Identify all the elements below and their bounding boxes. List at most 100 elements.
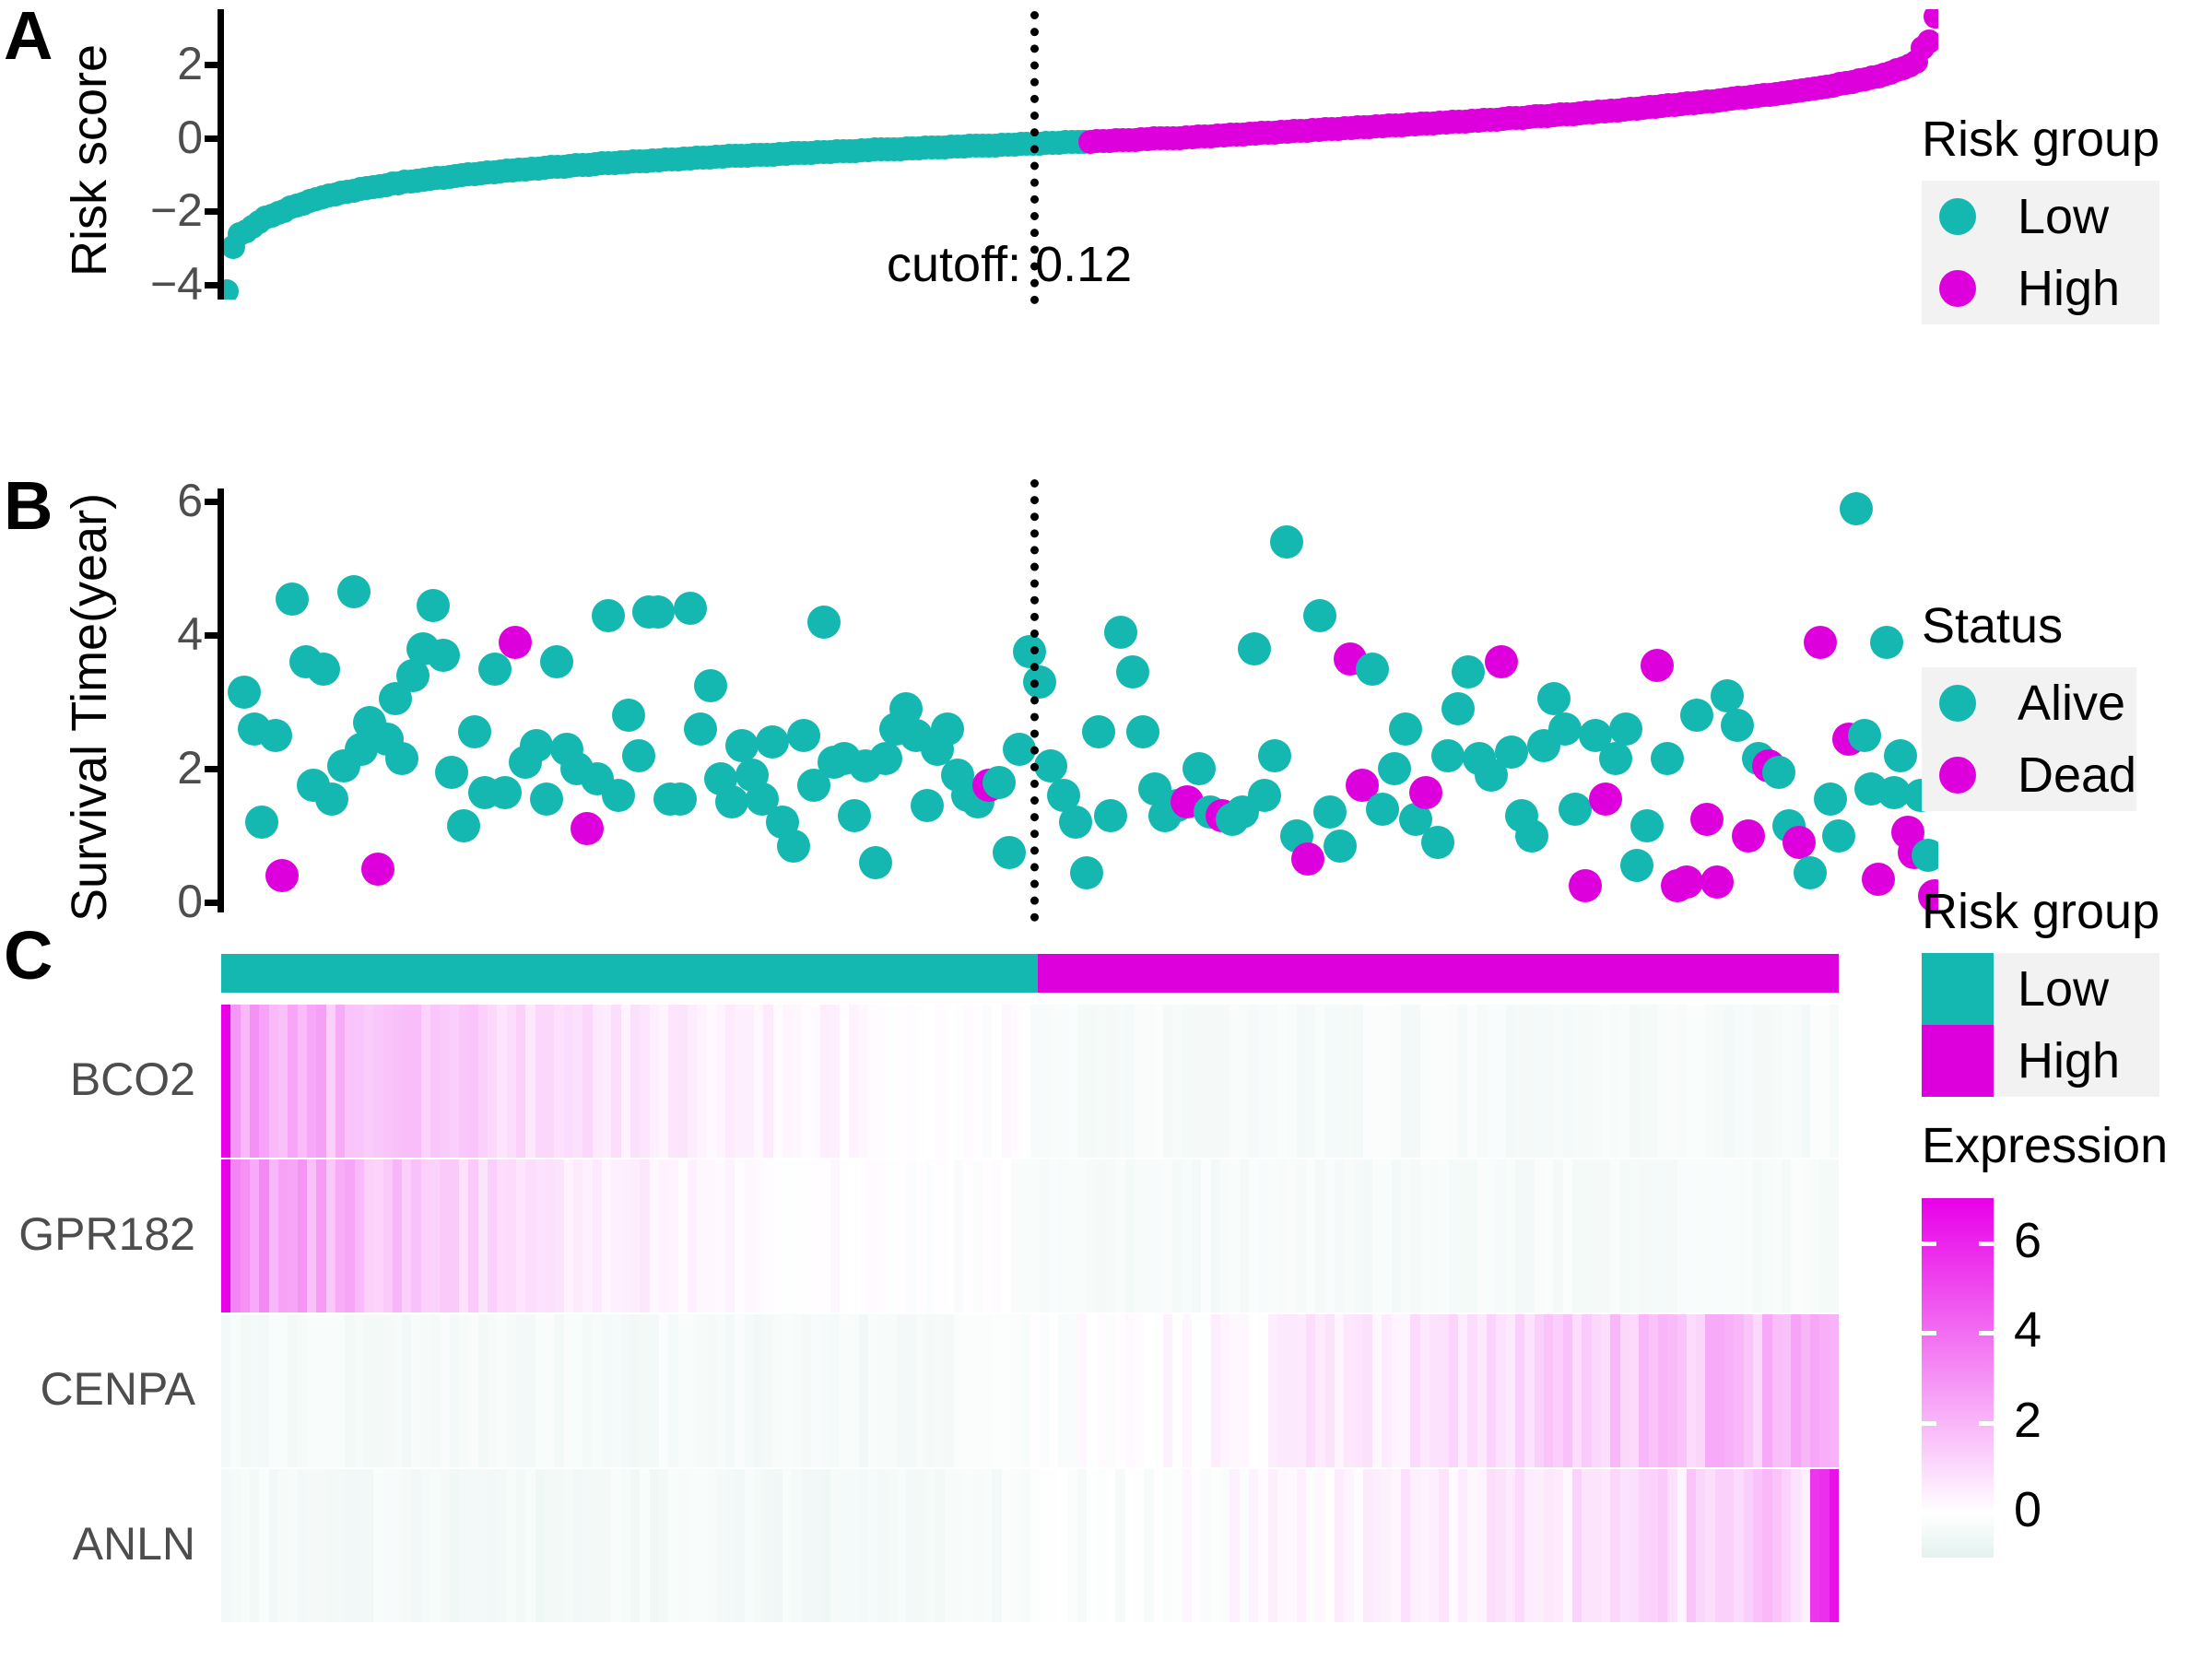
heatmap-cell <box>516 1314 526 1467</box>
heatmap-cell <box>801 1469 812 1622</box>
heatmap-cell <box>1487 1469 1497 1622</box>
heatmap-cell <box>1010 1005 1021 1158</box>
heatmap-cell <box>1410 1159 1421 1312</box>
heatmap-cell <box>1591 1159 1602 1312</box>
heatmap-cell <box>601 1159 612 1312</box>
panel-b-y-axis-title: Survival Time(year) <box>62 492 117 922</box>
heatmap-cell <box>1515 1005 1525 1158</box>
panel-a-tick-label: 2 <box>177 37 203 89</box>
heatmap-cell <box>572 1159 583 1312</box>
heatmap-cell <box>440 1159 451 1312</box>
heatmap-cell <box>1505 1159 1516 1312</box>
heatmap-cell <box>1096 1469 1107 1622</box>
heatmap-row-label: ANLN <box>72 1518 195 1570</box>
heatmap-cell <box>1020 1159 1031 1312</box>
legend-row[interactable]: Low <box>1922 953 2159 1025</box>
heatmap-cell <box>582 1314 594 1467</box>
heatmap-cell <box>706 1159 717 1312</box>
heatmap-cell <box>915 1005 926 1158</box>
heatmap-cell <box>554 1159 565 1312</box>
survival-time-point <box>1689 802 1724 836</box>
heatmap-cell <box>1362 1314 1373 1467</box>
heatmap-cell <box>449 1159 460 1312</box>
heatmap-cell <box>382 1314 394 1467</box>
heatmap-cell <box>1639 1469 1650 1622</box>
heatmap-cell <box>963 1005 974 1158</box>
heatmap-cell <box>1192 1314 1202 1467</box>
heatmap-cell <box>782 1469 793 1622</box>
heatmap-cell <box>744 1314 755 1467</box>
heatmap-cell <box>1724 1159 1735 1312</box>
heatmap-cell <box>1639 1005 1650 1158</box>
legend-row[interactable]: Low <box>1922 181 2159 253</box>
heatmap-cell <box>754 1159 765 1312</box>
heatmap-cell <box>497 1469 508 1622</box>
heatmap-cell <box>924 1159 935 1312</box>
heatmap-cell <box>1524 1159 1535 1312</box>
panel-letter-a: A <box>4 0 53 74</box>
heatmap-cell <box>982 1314 993 1467</box>
legend-row[interactable]: High <box>1922 1025 2159 1097</box>
heatmap-cell <box>1135 1159 1145 1312</box>
heatmap-cell <box>1248 1159 1259 1312</box>
heatmap-cell <box>1496 1469 1507 1622</box>
heatmap-cell <box>1762 1314 1773 1467</box>
legend-dot-alive <box>1939 685 1976 722</box>
heatmap-cell <box>430 1159 441 1312</box>
heatmap-cell <box>849 1314 860 1467</box>
heatmap-cell <box>830 1314 841 1467</box>
heatmap-cell <box>1334 1005 1345 1158</box>
survival-time-point <box>1484 645 1518 679</box>
heatmap-cell <box>658 1314 669 1467</box>
heatmap-cell <box>1477 1469 1488 1622</box>
heatmap-cell <box>772 1314 783 1467</box>
heatmap-cell <box>325 1005 336 1158</box>
survival-time-point <box>1599 742 1633 776</box>
risk-score-point <box>224 279 240 300</box>
heatmap-cell <box>640 1159 651 1312</box>
heatmap-cell <box>1277 1469 1288 1622</box>
survival-time-point <box>1302 598 1336 632</box>
heatmap-cell <box>1571 1159 1583 1312</box>
heatmap-cell <box>297 1469 308 1622</box>
heatmap-cell <box>1753 1314 1763 1467</box>
legend-row[interactable]: Alive <box>1922 667 2136 739</box>
heatmap-cell <box>382 1005 394 1158</box>
heatmap-cell <box>497 1314 508 1467</box>
heatmap-cell <box>687 1005 698 1158</box>
heatmap-cell <box>1515 1314 1525 1467</box>
legend-row[interactable]: Dead <box>1922 739 2136 811</box>
heatmap-cell <box>868 1469 878 1622</box>
heatmap-cell <box>392 1469 403 1622</box>
heatmap-cell <box>249 1159 260 1312</box>
survival-time-point <box>858 845 892 879</box>
heatmap-cell <box>1648 1159 1659 1312</box>
heatmap-row <box>221 1159 1839 1312</box>
heatmap-cell <box>1762 1469 1773 1622</box>
heatmap-row <box>221 1314 1839 1467</box>
survival-time-point <box>1679 699 1713 733</box>
panel-b-plot-area <box>224 488 1938 912</box>
heatmap-cell <box>1277 1005 1288 1158</box>
survival-time-point <box>1711 678 1745 712</box>
heatmap-cell <box>1182 1469 1193 1622</box>
heatmap-cell <box>1353 1159 1364 1312</box>
heatmap-cell <box>1686 1005 1697 1158</box>
heatmap-cell <box>1344 1314 1355 1467</box>
heatmap-cell <box>277 1314 288 1467</box>
heatmap-cell <box>1410 1469 1421 1622</box>
heatmap-cell <box>1144 1469 1155 1622</box>
survival-time-point <box>1861 862 1895 896</box>
heatmap-cell <box>516 1469 526 1622</box>
survival-time-point <box>838 798 872 832</box>
heatmap-cell <box>373 1314 384 1467</box>
survival-time-point <box>694 668 728 702</box>
heatmap-cell <box>1382 1314 1393 1467</box>
survival-time-point <box>1589 782 1623 816</box>
heatmap-cell <box>373 1159 384 1312</box>
heatmap-cell <box>497 1159 508 1312</box>
heatmap-cell <box>972 1314 983 1467</box>
heatmap-cell <box>877 1469 888 1622</box>
legend-row[interactable]: High <box>1922 253 2159 324</box>
survival-time-point <box>1452 655 1486 689</box>
